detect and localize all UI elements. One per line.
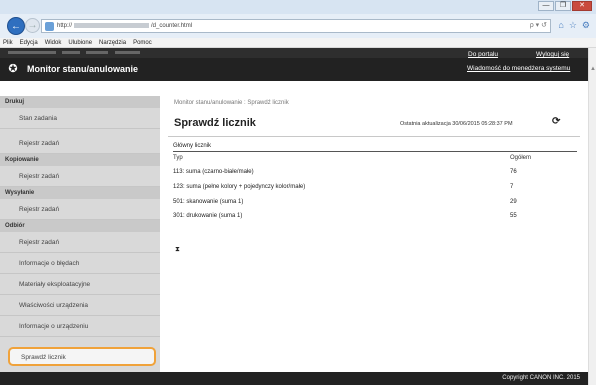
redacted-text [8,51,56,54]
page-scrollbar[interactable]: ▲ [588,48,596,385]
title-divider [168,136,580,137]
back-arrow-icon: ← [11,20,21,32]
monitor-logo-icon: ✪ [8,63,18,75]
device-info-stripe [0,48,588,58]
address-actions[interactable]: ρ ▾ ↺ [530,21,547,29]
refresh-icon[interactable]: ⟳ [552,116,560,127]
forward-button[interactable]: → [25,18,40,33]
counter-row-value: 29 [510,199,517,205]
counter-row-label: 501: skanowanie (suma 1) [173,199,244,205]
url-host-redacted [74,23,150,28]
app-title: Monitor stanu/anulowanie [27,64,139,74]
star-icon[interactable]: ☆ [569,20,577,31]
sidebar-item-error-info[interactable]: Informacje o błędach [0,253,160,274]
counter-row-value: 55 [510,213,517,219]
sidebar-section-copy: Kopiowanie [0,154,160,166]
sidebar-section-send: Wysyłanie [0,187,160,199]
sidebar-section-receive: Odbiór [0,220,160,232]
url-path: /d_counter.html [151,23,193,30]
sidebar-item-device-features[interactable]: Właściwości urządzenia [0,295,160,316]
redacted-text [86,51,108,54]
site-favicon-icon [45,22,54,31]
counter-row-label: 301: drukowanie (suma 1) [173,213,243,219]
portal-link[interactable]: Do portalu [468,51,498,58]
maximize-button[interactable]: ❐ [555,1,571,11]
sidebar: Drukuj Stan zadania Rejestr zadań Kopiow… [0,96,160,385]
menu-file[interactable]: Plik [3,38,13,47]
sidebar-item-consumables[interactable]: Materiały eksploatacyjne [0,274,160,295]
counter-row-value: 7 [510,184,514,190]
message-to-admin-link[interactable]: Wiadomość do menedżera systemu [467,65,570,72]
counter-row-label: 113: suma (czarno-białe/małe) [173,169,254,175]
counter-row-value: 76 [510,169,517,175]
sidebar-item-send-job-log[interactable]: Rejestr zadań [0,199,160,220]
menu-tools[interactable]: Narzędzia [99,38,126,47]
menu-view[interactable]: Widok [45,38,62,47]
counter-row-label: 123: suma (pełne kolory + pojedynczy kol… [173,184,306,190]
browser-menubar: Plik Edycja Widok Ulubione Narzędzia Pom… [0,38,596,48]
back-to-top-icon[interactable]: ⧗ [175,246,180,254]
copyright-text: Copyright CANON INC. 2015 [502,375,580,381]
redacted-text [115,51,140,54]
window-titlebar: — ❐ ✕ [0,0,596,14]
url-prefix: http:// [57,23,73,30]
sidebar-item-copy-job-log[interactable]: Rejestr zadań [0,166,160,187]
sidebar-item-device-info[interactable]: Informacje o urządzeniu [0,316,160,337]
last-update-timestamp: Ostatnia aktualizacja 30/06/2015 05:28:3… [400,121,513,127]
menu-edit[interactable]: Edycja [20,38,38,47]
back-button[interactable]: ← [7,17,25,35]
section-title: Główny licznik [173,143,212,149]
column-header-type: Typ [173,155,183,161]
close-button[interactable]: ✕ [572,1,592,11]
sidebar-item-job-status[interactable]: Stan zadania [0,108,160,129]
address-bar[interactable]: http:// /d_counter.html ρ ▾ ↺ [41,19,551,33]
address-text: http:// /d_counter.html [57,23,192,29]
browser-navbar: ← → http:// /d_counter.html ρ ▾ ↺ ⌂ ☆ ⚙ [0,14,596,38]
scroll-up-icon[interactable]: ▲ [590,66,596,72]
page-title: Sprawdź licznik [174,117,256,129]
sidebar-item-check-counter[interactable]: Sprawdź licznik [8,347,156,366]
browser-toolbar-icons: ⌂ ☆ ⚙ [558,20,590,31]
home-icon[interactable]: ⌂ [558,20,563,31]
breadcrumb: Monitor stanu/anulowanie : Sprawdź liczn… [174,100,289,106]
logout-link[interactable]: Wyloguj się [536,51,569,58]
sidebar-item-receive-job-log[interactable]: Rejestr zadań [0,232,160,253]
minimize-button[interactable]: — [538,1,554,11]
forward-arrow-icon: → [27,20,38,31]
column-header-total: Ogółem [510,155,532,161]
menu-favorites[interactable]: Ulubione [68,38,92,47]
sidebar-section-print: Drukuj [0,96,160,108]
sidebar-item-print-job-log[interactable]: Rejestr zadań [0,133,160,154]
redacted-text [62,51,80,54]
gear-icon[interactable]: ⚙ [582,20,590,31]
menu-help[interactable]: Pomoc [133,38,152,47]
page-footer: Copyright CANON INC. 2015 [0,372,588,385]
page-header: ✪ Monitor stanu/anulowanie Do portalu Wy… [0,48,588,81]
section-divider [173,151,577,152]
